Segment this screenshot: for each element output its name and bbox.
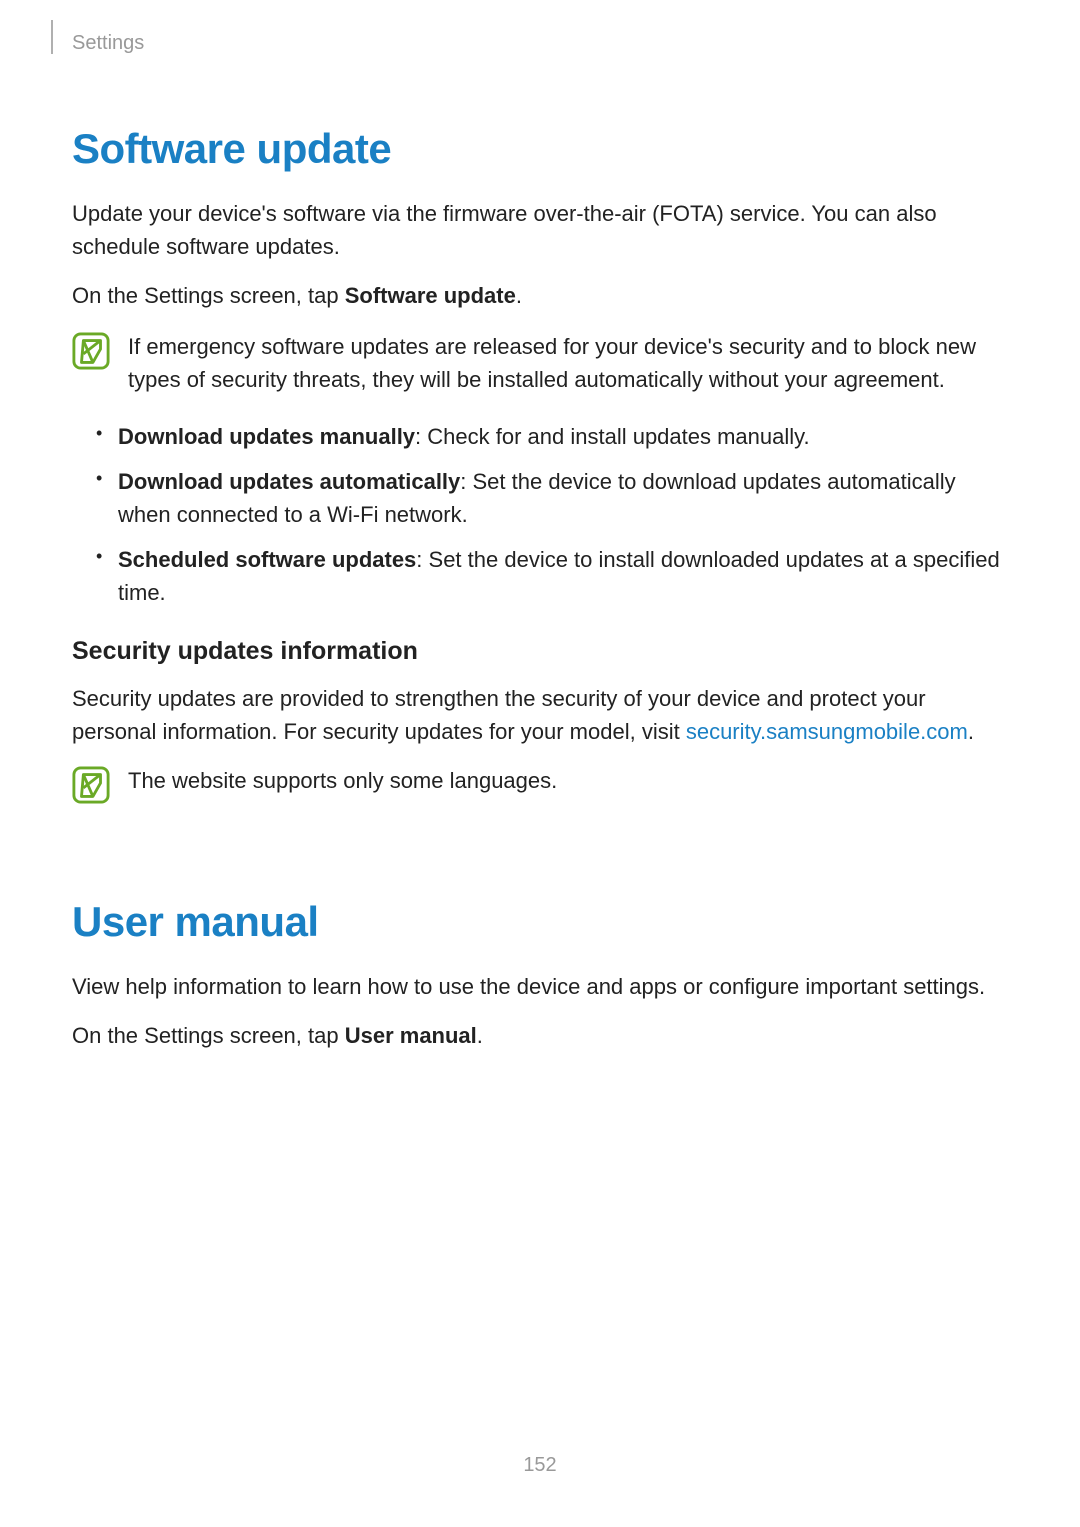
bullet-item: Download updates automatically: Set the …	[96, 465, 1008, 531]
note-block-2: The website supports only some languages…	[72, 764, 1008, 804]
note-icon	[72, 766, 110, 804]
breadcrumb: Settings	[72, 32, 1008, 55]
bullet-bold: Download updates automatically	[118, 469, 460, 494]
user-manual-heading: User manual	[72, 898, 1008, 946]
page-number: 152	[0, 1454, 1080, 1477]
bullet-item: Download updates manually: Check for and…	[96, 420, 1008, 453]
security-updates-body: Security updates are provided to strengt…	[72, 682, 1008, 748]
security-body-suffix: .	[968, 719, 974, 744]
software-update-intro: Update your device's software via the fi…	[72, 197, 1008, 263]
security-link[interactable]: security.samsungmobile.com	[686, 719, 968, 744]
bullet-bold: Scheduled software updates	[118, 547, 416, 572]
security-updates-subheading: Security updates information	[72, 637, 1008, 666]
tap-prefix: On the Settings screen, tap	[72, 283, 345, 308]
software-update-heading: Software update	[72, 125, 1008, 173]
bullet-item: Scheduled software updates: Set the devi…	[96, 543, 1008, 609]
note-icon	[72, 332, 110, 370]
user-manual-intro: View help information to learn how to us…	[72, 970, 1008, 1003]
bullet-bold: Download updates manually	[118, 424, 415, 449]
tap-bold: Software update	[345, 283, 516, 308]
page-content: Settings Software update Update your dev…	[0, 0, 1080, 1527]
bullet-rest: : Check for and install updates manually…	[415, 424, 810, 449]
tap-suffix: .	[516, 283, 522, 308]
note-text-1: If emergency software updates are releas…	[128, 330, 1008, 396]
software-update-tap-line: On the Settings screen, tap Software upd…	[72, 279, 1008, 312]
bullet-list: Download updates manually: Check for and…	[72, 420, 1008, 609]
tap-bold: User manual	[345, 1023, 477, 1048]
tap-suffix: .	[477, 1023, 483, 1048]
note-text-2: The website supports only some languages…	[128, 764, 557, 797]
tap-prefix: On the Settings screen, tap	[72, 1023, 345, 1048]
user-manual-tap-line: On the Settings screen, tap User manual.	[72, 1019, 1008, 1052]
note-block-1: If emergency software updates are releas…	[72, 330, 1008, 396]
